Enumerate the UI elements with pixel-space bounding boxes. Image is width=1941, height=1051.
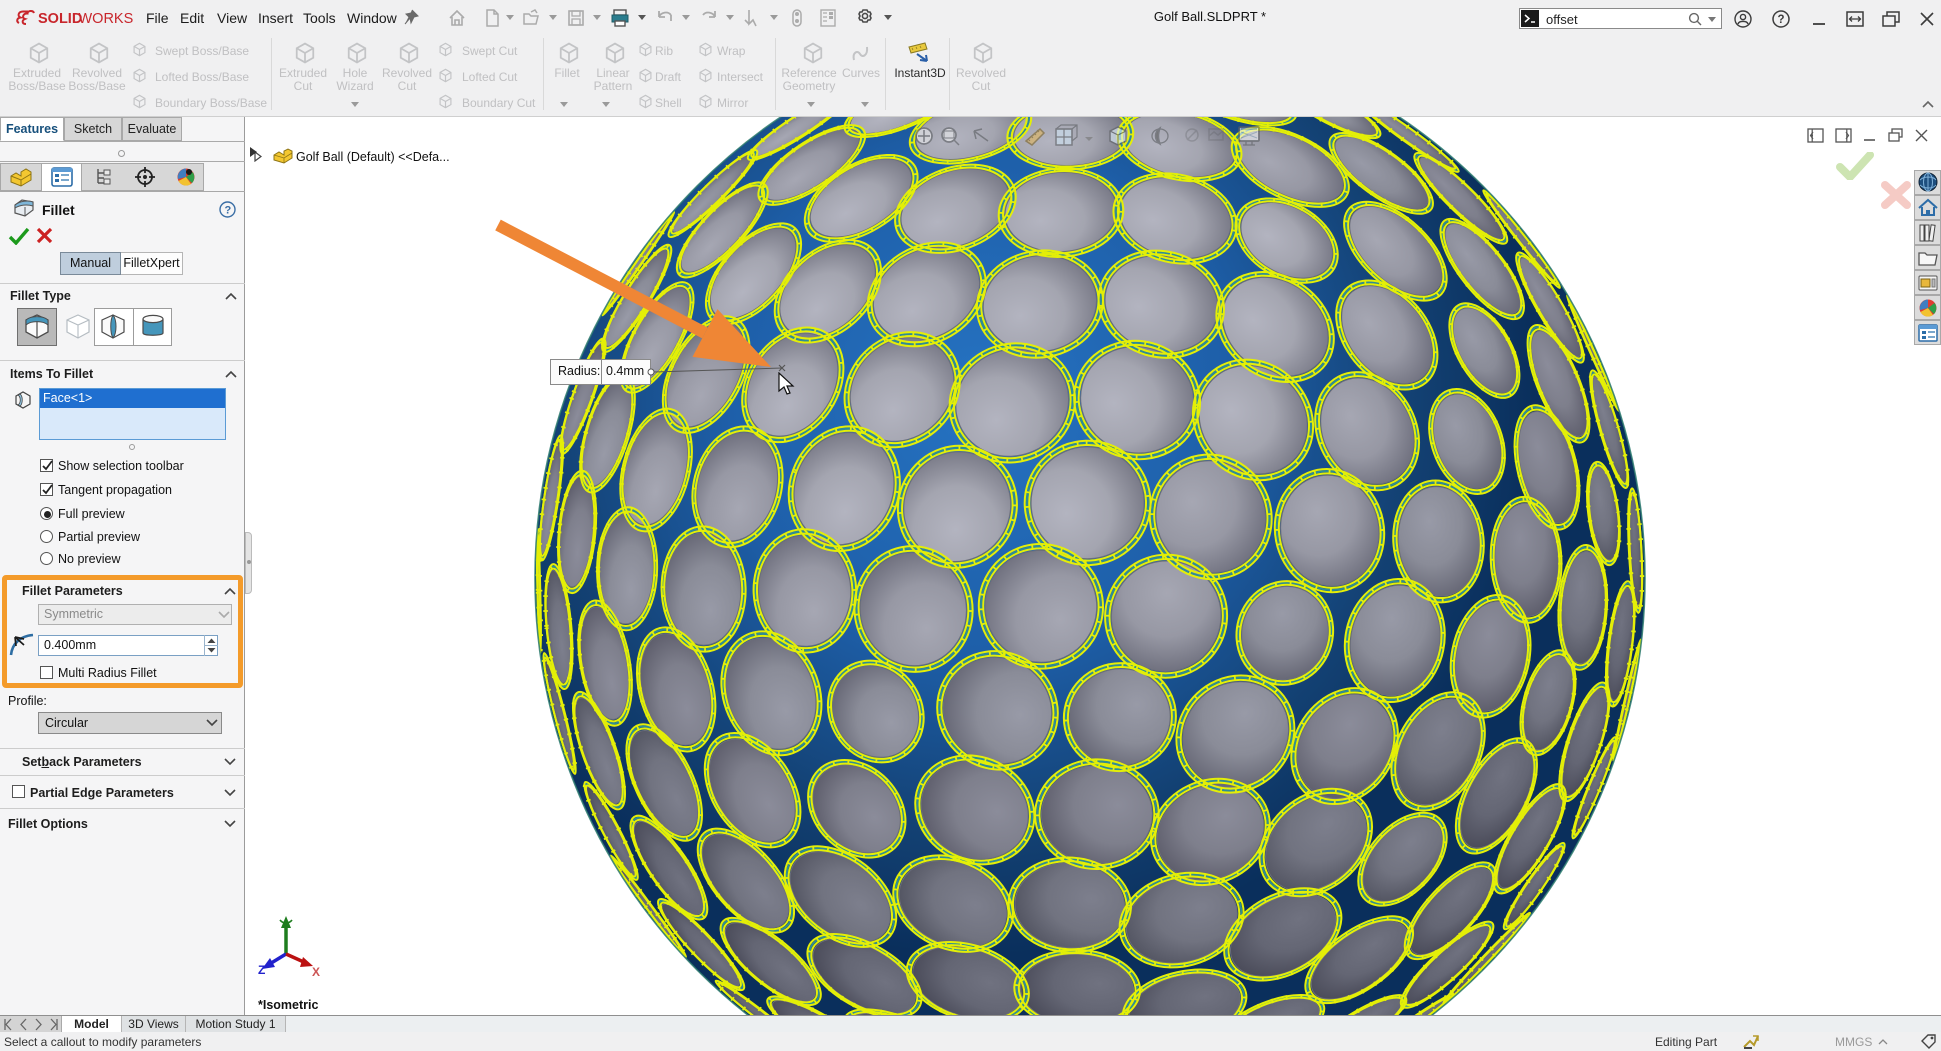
svg-text:SOLID: SOLID (38, 11, 82, 27)
svg-text:?: ? (225, 205, 232, 217)
svg-text:WORKS: WORKS (79, 11, 134, 27)
svg-text:?: ? (1778, 14, 1785, 26)
